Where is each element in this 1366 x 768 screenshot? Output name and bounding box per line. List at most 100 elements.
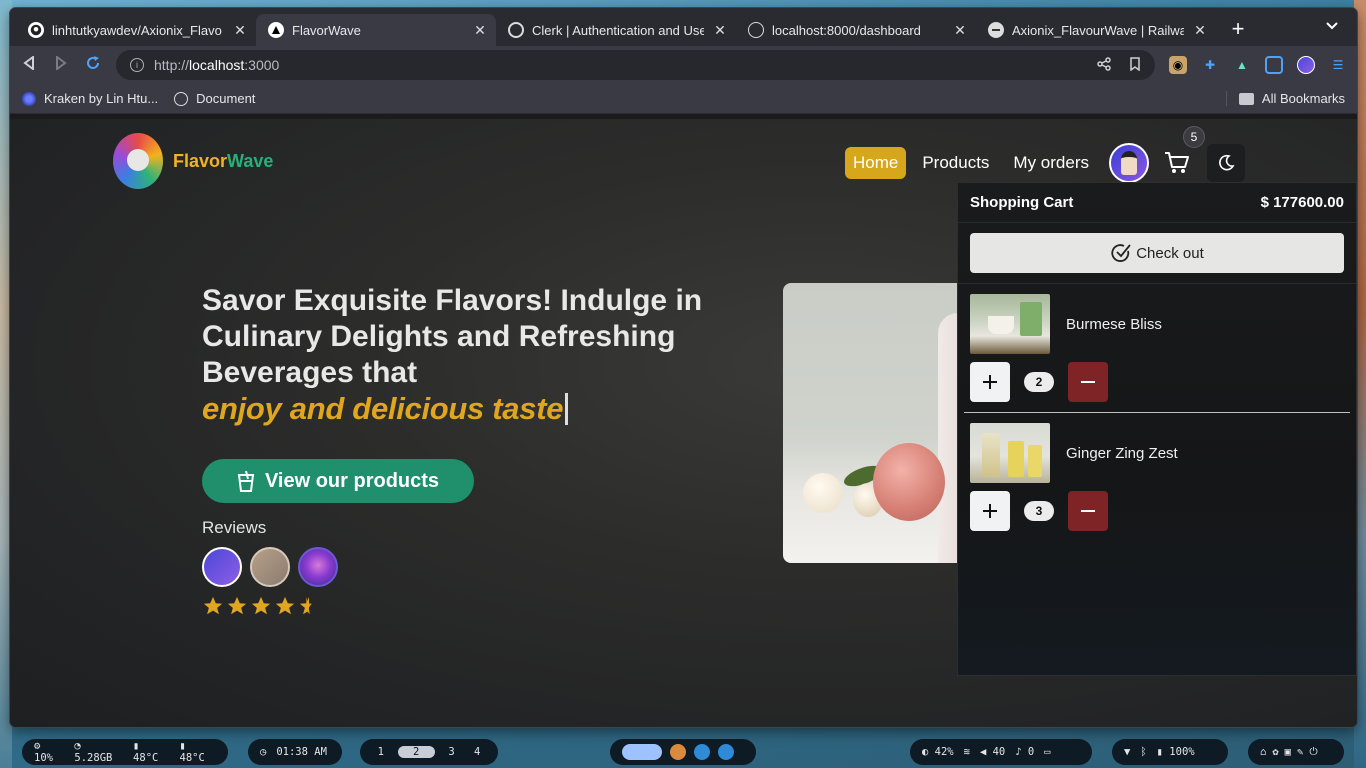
main-nav: Home Products My orders 5	[844, 126, 1357, 183]
reload-button[interactable]	[84, 55, 102, 76]
checkout-button[interactable]: Check out	[970, 233, 1344, 273]
close-icon[interactable]: ✕	[712, 22, 728, 39]
cart-item-name: Burmese Bliss	[1066, 315, 1162, 333]
tab-railway[interactable]: Axionix_FlavourWave | Railwa ✕	[976, 14, 1216, 46]
sidepanel-icon[interactable]	[1265, 56, 1283, 74]
back-button[interactable]	[20, 54, 38, 75]
battery-widget[interactable]: ▼ ᛒ ▮ 100%	[1112, 739, 1228, 765]
rating-stars	[202, 595, 320, 617]
cart-item-quantity: 2	[1024, 372, 1054, 392]
tab-flavorwave[interactable]: FlavorWave ✕	[256, 14, 496, 46]
info-icon[interactable]: i	[130, 58, 144, 72]
decrease-quantity-button[interactable]	[1068, 362, 1108, 402]
flask-icon[interactable]: ▲	[1233, 56, 1251, 74]
palette-icon[interactable]: ✿	[1272, 746, 1278, 758]
clock-widget[interactable]: ◷ 01:38 AM	[248, 739, 342, 765]
nav-my-orders[interactable]: My orders	[1005, 147, 1097, 179]
share-icon[interactable]	[1097, 56, 1111, 74]
tab-github[interactable]: linhtutkyawdev/Axionix_Flavo ✕	[16, 14, 256, 46]
bookmark-kraken[interactable]: Kraken by Lin Htu...	[22, 91, 158, 106]
notes-icon[interactable]: ✎	[1297, 746, 1303, 758]
all-bookmarks-button[interactable]: All Bookmarks	[1225, 91, 1345, 106]
screenshot-icon[interactable]: ▣	[1285, 746, 1291, 758]
close-icon[interactable]: ✕	[952, 22, 968, 39]
moon-icon	[1219, 154, 1235, 171]
profile-avatar[interactable]	[1297, 56, 1315, 74]
cart-button[interactable]: 5	[1157, 126, 1205, 183]
reviewer-avatar	[250, 547, 290, 587]
workspace-4[interactable]: 4	[468, 746, 486, 758]
lock-icon[interactable]: ⌂	[1260, 746, 1266, 758]
cart-title: Shopping Cart	[970, 194, 1074, 211]
star-icon	[251, 596, 271, 615]
nav-home[interactable]: Home	[844, 147, 907, 179]
view-products-label: View our products	[264, 469, 440, 492]
shopping-cart-panel: Shopping Cart $ 177600.00 Check out Burm…	[957, 182, 1357, 676]
browser-app-icon[interactable]	[622, 744, 662, 760]
system-stats-widget[interactable]: ⚙ 10% ◔ 5.28GB ▮ 48°C ▮ 48°C	[22, 739, 228, 765]
hero-headline: Savor Exquisite Flavors! Indulge in Culi…	[202, 283, 762, 428]
site-logo[interactable]: FlavorWave	[113, 133, 273, 189]
reviewer-avatar	[202, 547, 242, 587]
extension-eyes-icon[interactable]: ◉	[1169, 56, 1187, 74]
cart-item-name: Ginger Zing Zest	[1066, 444, 1178, 462]
vscode-app-icon[interactable]	[718, 744, 734, 760]
brave-app-icon[interactable]	[670, 744, 686, 760]
bookmark-document[interactable]: Document	[174, 91, 255, 106]
all-bookmarks-label: All Bookmarks	[1261, 91, 1345, 106]
menu-icon[interactable]: ☰	[1329, 56, 1347, 74]
reviewer-avatar	[298, 547, 338, 587]
minus-icon	[1081, 381, 1095, 383]
user-avatar[interactable]	[1109, 143, 1149, 183]
github-icon	[28, 22, 44, 38]
volume-stat: ◀ 40	[979, 746, 1006, 758]
bookmark-label: Document	[196, 91, 256, 106]
kraken-icon	[22, 91, 36, 106]
cart-count-badge: 5	[1183, 126, 1205, 148]
browser-toolbar: i http://localhost:3000 ◉ ✚ ▲ ☰	[10, 46, 1357, 84]
memory-stat: ◔ 5.28GB	[74, 740, 113, 764]
vercel-triangle-icon	[268, 22, 284, 38]
workspace-2[interactable]: 2	[397, 746, 435, 758]
tab-bar: linhtutkyawdev/Axionix_Flavo ✕ FlavorWav…	[10, 8, 1357, 46]
plus-icon	[983, 375, 997, 389]
decrease-quantity-button[interactable]	[1068, 491, 1108, 531]
view-products-button[interactable]: View our products	[202, 459, 474, 503]
close-icon[interactable]: ✕	[1192, 22, 1208, 39]
tab-title: linhtutkyawdev/Axionix_Flavo	[52, 22, 222, 38]
cpu-stat: ⚙ 10%	[34, 740, 53, 764]
nav-products[interactable]: Products	[914, 147, 997, 179]
lychee-shape	[873, 443, 945, 521]
close-icon[interactable]: ✕	[232, 22, 248, 39]
chevron-down-icon[interactable]	[1325, 18, 1339, 34]
reviewer-avatars	[202, 547, 338, 587]
system-tray-widget[interactable]: ◐ 42% ≋ ◀ 40 ♪ 0 ▭	[910, 739, 1092, 765]
tab-localhost-dashboard[interactable]: localhost:8000/dashboard ✕	[736, 14, 976, 46]
railway-icon	[988, 22, 1004, 38]
clerk-icon	[508, 22, 524, 38]
bookmark-star-icon[interactable]	[1129, 56, 1141, 74]
folder-icon	[1238, 92, 1254, 105]
close-icon[interactable]: ✕	[472, 22, 488, 39]
clock-text: 01:38 AM	[276, 746, 327, 758]
tab-title: FlavorWave	[292, 22, 361, 38]
tab-clerk[interactable]: Clerk | Authentication and Use ✕	[496, 14, 736, 46]
puzzle-icon[interactable]: ✚	[1201, 56, 1219, 74]
plus-icon	[983, 504, 997, 518]
check-circle-icon	[1111, 244, 1131, 262]
increase-quantity-button[interactable]	[970, 362, 1010, 402]
power-controls: ⌂ ✿ ▣ ✎ ⏻	[1248, 739, 1344, 765]
theme-toggle-button[interactable]	[1207, 144, 1245, 182]
checkout-section: Check out	[958, 223, 1356, 284]
cart-icon	[1165, 152, 1189, 173]
vscode-app-icon[interactable]	[694, 744, 710, 760]
power-icon[interactable]: ⏻	[1309, 746, 1317, 759]
forward-button[interactable]	[52, 54, 70, 75]
bluetooth-icon: ᛒ	[1140, 746, 1147, 758]
keyboard-icon: ▭	[1044, 746, 1051, 758]
workspace-3[interactable]: 3	[443, 746, 461, 758]
address-bar[interactable]: i http://localhost:3000	[116, 50, 1155, 80]
new-tab-button[interactable]: +	[1224, 15, 1252, 43]
increase-quantity-button[interactable]	[970, 491, 1010, 531]
workspace-1[interactable]: 1	[372, 746, 390, 758]
